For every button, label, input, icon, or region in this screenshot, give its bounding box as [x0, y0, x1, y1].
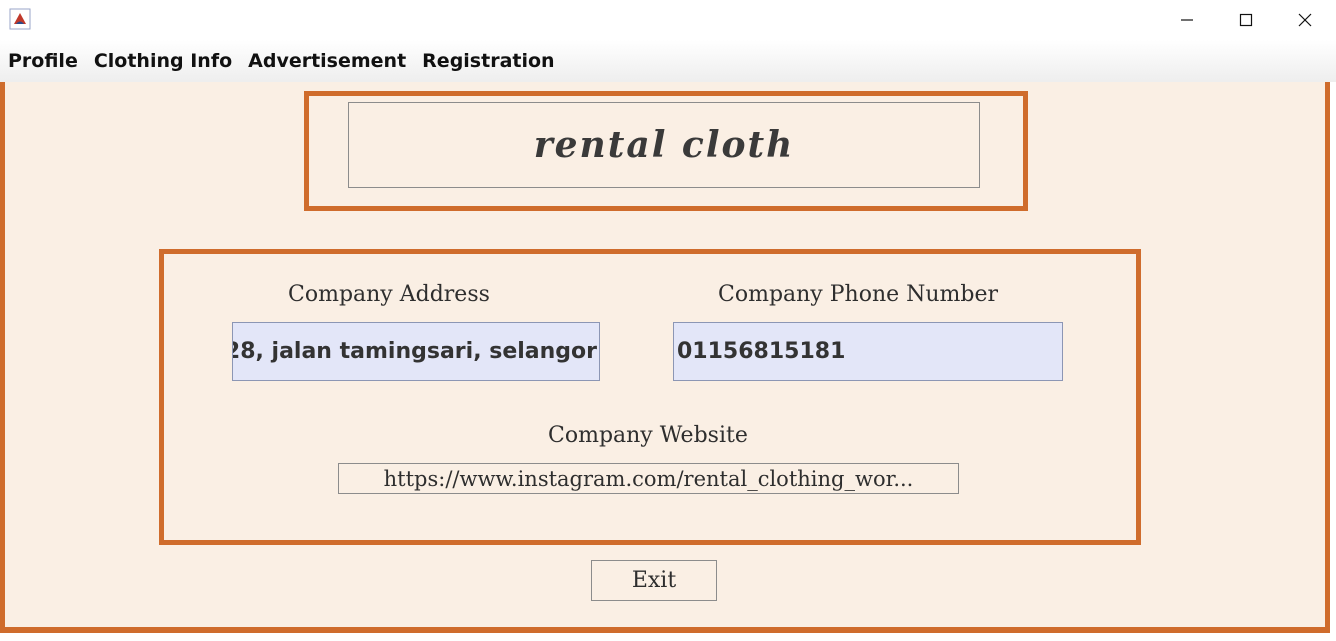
- title-panel: rental cloth: [304, 91, 1028, 211]
- menu-bar: Profile Clothing Info Advertisement Regi…: [0, 40, 1336, 83]
- window-title-bar: [0, 0, 1336, 40]
- frame-edge-bottom: [0, 633, 1336, 641]
- company-address-field[interactable]: 28, jalan tamingsari, selangor: [232, 322, 600, 381]
- menu-registration[interactable]: Registration: [414, 40, 562, 82]
- company-phone-label: Company Phone Number: [718, 282, 999, 307]
- exit-button-label: Exit: [631, 568, 677, 593]
- close-icon[interactable]: [1276, 0, 1334, 40]
- company-address-value: 28, jalan tamingsari, selangor: [232, 339, 597, 364]
- company-info-panel: Company Address 28, jalan tamingsari, se…: [159, 249, 1141, 545]
- company-website-value: https://www.instagram.com/rental_clothin…: [383, 466, 914, 491]
- menu-clothing-info[interactable]: Clothing Info: [86, 40, 240, 82]
- frame-edge: [1330, 82, 1336, 641]
- minimize-icon[interactable]: [1158, 0, 1216, 40]
- title-field: rental cloth: [348, 102, 980, 188]
- frame-border-left: [0, 82, 5, 641]
- company-address-label: Company Address: [288, 282, 490, 307]
- page-title: rental cloth: [533, 124, 795, 166]
- menu-profile[interactable]: Profile: [0, 40, 86, 82]
- exit-button[interactable]: Exit: [591, 560, 717, 601]
- java-app-icon: [9, 8, 31, 30]
- content-panel: rental cloth Company Address 28, jalan t…: [0, 82, 1336, 641]
- company-website-label: Company Website: [548, 423, 748, 448]
- company-phone-field[interactable]: 01156815181: [673, 322, 1063, 381]
- menu-advertisement[interactable]: Advertisement: [240, 40, 414, 82]
- maximize-icon[interactable]: [1217, 0, 1275, 40]
- company-phone-value: 01156815181: [677, 339, 846, 364]
- company-website-field[interactable]: https://www.instagram.com/rental_clothin…: [338, 463, 959, 494]
